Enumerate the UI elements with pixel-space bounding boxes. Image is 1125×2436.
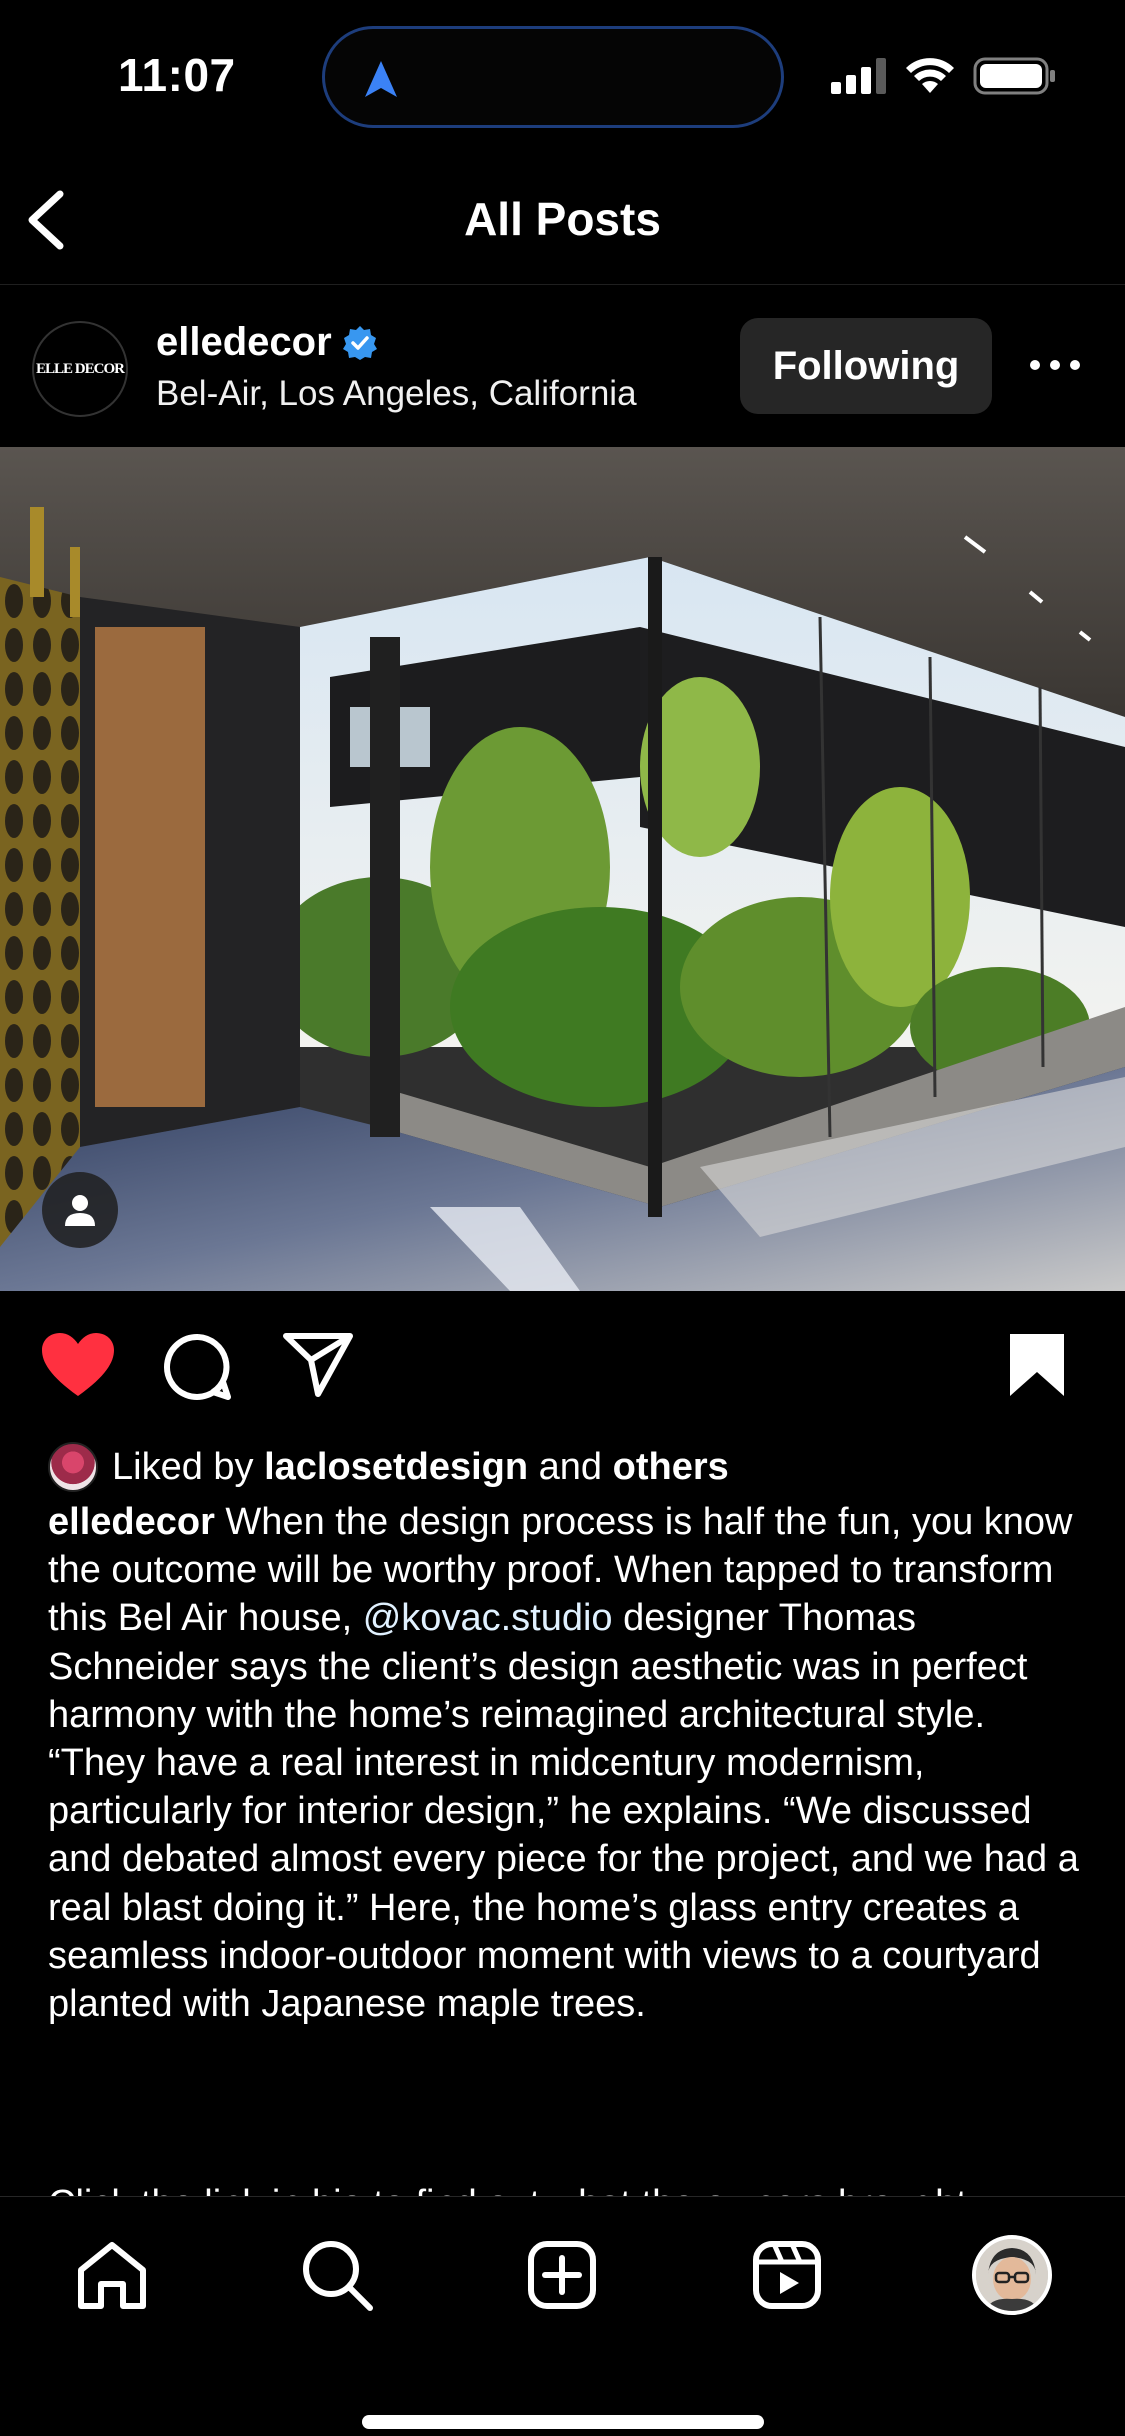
bookmark-saved-icon[interactable] <box>1008 1332 1066 1398</box>
caption-mention-link[interactable]: @kovac.studio <box>363 1597 613 1639</box>
create-post-icon <box>528 2241 596 2309</box>
tab-search[interactable] <box>297 2235 377 2315</box>
verified-badge-icon <box>342 325 377 360</box>
top-nav-bar: All Posts <box>0 150 1125 285</box>
caption-username[interactable]: elledecor <box>48 1501 215 1543</box>
comment-icon[interactable] <box>163 1332 233 1402</box>
status-icons <box>831 56 1057 96</box>
home-indicator <box>362 2415 764 2429</box>
wifi-icon <box>906 58 954 93</box>
following-button[interactable]: Following <box>740 318 992 414</box>
avatar-logo-text: ELLE DECOR <box>36 360 125 377</box>
status-bar: 11:07 <box>0 0 1125 150</box>
location-arrow-icon <box>365 61 397 97</box>
page-title: All Posts <box>464 193 661 245</box>
account-avatar[interactable]: ELLE DECOR <box>32 321 128 417</box>
username-text: elledecor <box>156 320 332 364</box>
caption-next-line: Click the link in bio to find out what t… <box>48 2180 1088 2196</box>
liker-username[interactable]: laclosetdesign <box>264 1446 528 1489</box>
home-icon <box>78 2242 146 2309</box>
battery-icon <box>973 57 1055 95</box>
post-caption: elledecor When the design process is hal… <box>48 1498 1088 2028</box>
likes-summary[interactable]: Liked by laclosetdesign and others <box>48 1440 729 1494</box>
cellular-signal-icon <box>831 58 886 94</box>
liker-avatar <box>48 1442 98 1492</box>
post-username[interactable]: elledecor <box>156 320 378 365</box>
bottom-tab-bar <box>0 2196 1125 2436</box>
post-image[interactable] <box>0 447 1125 1291</box>
likes-prefix: Liked by <box>112 1445 254 1488</box>
profile-avatar <box>972 2235 1052 2315</box>
more-options-icon[interactable] <box>1030 348 1090 382</box>
search-icon <box>303 2241 373 2311</box>
likes-conjunction: and <box>538 1445 603 1488</box>
person-icon <box>65 1195 95 1226</box>
post-location[interactable]: Bel-Air, Los Angeles, California <box>156 374 637 414</box>
caption-text-part2: designer Thomas Schneider says the clien… <box>48 1597 1079 2026</box>
post-action-bar <box>0 1300 1125 1430</box>
tab-reels[interactable] <box>747 2235 827 2315</box>
tab-create[interactable] <box>522 2235 602 2315</box>
tab-home[interactable] <box>72 2235 152 2315</box>
status-time: 11:07 <box>118 49 236 101</box>
tagged-people-icon[interactable] <box>42 1172 118 1248</box>
reels-icon <box>753 2241 821 2309</box>
likes-others[interactable]: others <box>613 1446 729 1489</box>
like-heart-icon[interactable] <box>40 1332 116 1398</box>
dynamic-island[interactable] <box>322 26 784 128</box>
share-send-icon[interactable] <box>282 1332 354 1398</box>
tab-profile[interactable] <box>972 2235 1052 2315</box>
post-header: ELLE DECOR elledecor Bel-Air, Los Angele… <box>0 286 1125 446</box>
